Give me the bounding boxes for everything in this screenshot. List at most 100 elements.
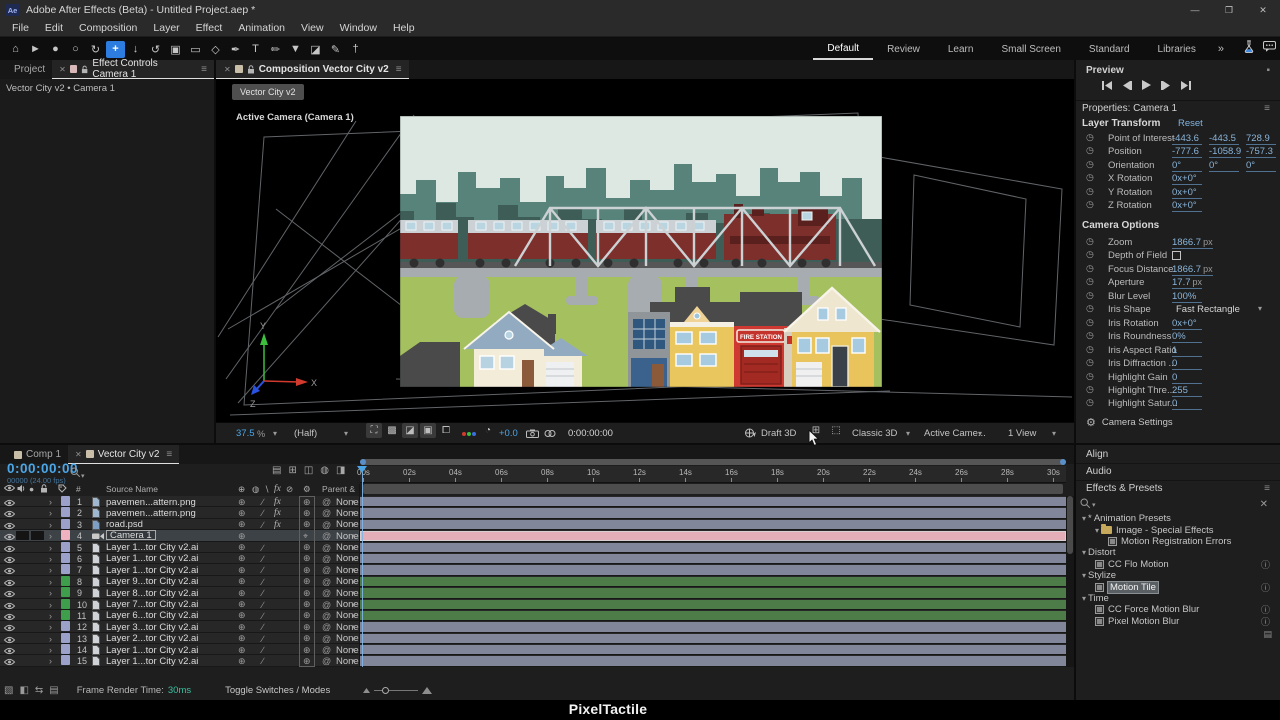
tab-effect-controls[interactable]: ✕ Effect Controls Camera 1 ≡: [52, 58, 214, 80]
stopwatch-icon[interactable]: ◷: [1086, 236, 1094, 247]
in-out-pane-icon[interactable]: ⇆: [35, 685, 43, 696]
layer-row-5[interactable]: › 5 Layer 1...tor City v2.ai ⊕ ∕ ⊕ @ Non…: [0, 541, 1066, 553]
property-value[interactable]: 0°: [1246, 160, 1276, 172]
stopwatch-icon[interactable]: ◷: [1086, 186, 1094, 197]
property-value[interactable]: 255: [1172, 385, 1202, 397]
collapse-switch-icon[interactable]: ⊕: [238, 508, 246, 518]
property-value[interactable]: 17.7 px: [1172, 277, 1203, 290]
expand-arrow-icon[interactable]: ›: [49, 656, 52, 666]
toggle-switches-modes-button[interactable]: Toggle Switches / Modes: [225, 685, 330, 696]
pen-tool[interactable]: ✒: [226, 41, 245, 58]
label-color-swatch[interactable]: [61, 632, 70, 643]
chevron-down-icon[interactable]: ▾: [352, 565, 356, 575]
menu-view[interactable]: View: [293, 22, 332, 34]
layer-duration-bar[interactable]: [360, 633, 1066, 644]
property-value[interactable]: 0x+0°: [1172, 187, 1202, 199]
label-color-swatch[interactable]: [61, 644, 70, 655]
property-value[interactable]: 1866.7 px: [1172, 264, 1213, 276]
motion-blur-icon[interactable]: ◨: [336, 465, 345, 476]
zoom-slider-knob[interactable]: [382, 686, 389, 694]
stopwatch-icon[interactable]: ◷: [1086, 263, 1094, 274]
expand-arrow-icon[interactable]: ›: [49, 554, 52, 564]
layer-row-8[interactable]: › 8 Layer 9...tor City v2.ai ⊕ ∕ ⊕ @ Non…: [0, 575, 1066, 587]
lock-icon[interactable]: [247, 64, 255, 74]
snapshot-region-icon[interactable]: ⧠: [438, 423, 454, 438]
property-value[interactable]: 0%: [1172, 331, 1202, 344]
panel-menu-icon[interactable]: ≡: [166, 449, 172, 460]
reset-exposure-icon[interactable]: ◔: [480, 423, 496, 438]
pick-whip-icon[interactable]: @: [322, 634, 331, 644]
stopwatch-icon[interactable]: ◷: [1086, 276, 1094, 287]
effects-tree-item[interactable]: ▾ Time: [1076, 593, 1280, 604]
layer-duration-bar[interactable]: [360, 588, 1066, 598]
expand-arrow-icon[interactable]: ›: [49, 588, 52, 598]
layer-name[interactable]: Layer 1...tor City v2.ai: [106, 656, 198, 667]
eye-icon[interactable]: [4, 657, 15, 667]
resolution-dropdown[interactable]: (Half): [294, 423, 317, 444]
show-snapshot-icon[interactable]: [544, 423, 556, 444]
reset-link[interactable]: Reset: [1178, 118, 1203, 129]
chevron-down-icon[interactable]: ▾: [352, 656, 356, 666]
stopwatch-icon[interactable]: ◷: [1086, 344, 1094, 355]
transfer-controls-pane-icon[interactable]: ◧: [19, 685, 28, 696]
chevron-down-icon[interactable]: ▾: [352, 554, 356, 564]
switch-icon[interactable]: ⊕: [303, 622, 311, 632]
switch-icon[interactable]: ⊕: [303, 542, 311, 553]
collapse-switch-icon[interactable]: ⊕: [238, 656, 246, 666]
tab-composition[interactable]: ✕ Composition Vector City v2 ≡: [216, 60, 409, 79]
timeline-zoom-slider[interactable]: [363, 686, 432, 694]
layer-name[interactable]: Layer 1...tor City v2.ai: [106, 553, 198, 564]
switch-icon[interactable]: ⊕: [303, 610, 311, 621]
quality-switch-icon[interactable]: ∕: [262, 520, 264, 530]
playhead-line[interactable]: [362, 466, 363, 667]
quality-switch-icon[interactable]: ∕: [262, 600, 264, 610]
label-color-swatch[interactable]: [61, 496, 70, 506]
chevron-down-icon[interactable]: ▾: [352, 645, 356, 655]
pick-whip-icon[interactable]: @: [322, 588, 331, 598]
home-tool[interactable]: ⌂: [6, 41, 25, 58]
quality-column-icon[interactable]: ∖: [264, 484, 269, 495]
clone-stamp-tool[interactable]: ▼: [286, 41, 305, 58]
menu-edit[interactable]: Edit: [37, 22, 71, 34]
source-name-column[interactable]: Source Name: [106, 484, 158, 494]
magnification-dropdown[interactable]: 37.5 %: [236, 423, 265, 444]
quality-switch-icon[interactable]: ∕: [262, 645, 264, 655]
feedback-chat-icon[interactable]: [1263, 41, 1276, 55]
layer-duration-bar[interactable]: [360, 610, 1066, 621]
stopwatch-icon[interactable]: ◷: [1086, 249, 1094, 260]
property-value[interactable]: -777.6: [1172, 146, 1202, 159]
layer-row-7[interactable]: › 7 Layer 1...tor City v2.ai ⊕ ∕ ⊕ @ Non…: [0, 564, 1066, 576]
play-button[interactable]: [1142, 80, 1151, 93]
3d-view-dropdown[interactable]: Active Came...: [924, 423, 986, 444]
quality-switch-icon[interactable]: ∕: [262, 497, 264, 507]
layer-row-1[interactable]: › 1 pavemen...attern.png ⊕ ∕ fx ⊕ @ None…: [0, 496, 1066, 508]
switch-icon[interactable]: ⊕: [303, 599, 311, 610]
property-value[interactable]: 0°: [1209, 160, 1239, 172]
quality-switch-icon[interactable]: ∕: [262, 554, 264, 564]
audio-column-icon[interactable]: [17, 484, 26, 495]
chevron-down-icon[interactable]: ▾: [344, 423, 348, 444]
switch-icon[interactable]: ⊕: [303, 645, 311, 655]
layer-name[interactable]: Layer 1...tor City v2.ai: [106, 542, 198, 553]
minimize-button[interactable]: —: [1178, 0, 1212, 20]
panel-menu-icon[interactable]: ≡: [201, 64, 207, 75]
comp-nav-chip[interactable]: Vector City v2: [232, 84, 304, 100]
property-value[interactable]: 0x+0°: [1172, 173, 1202, 186]
label-color-swatch[interactable]: [61, 575, 70, 586]
switch-icon[interactable]: ⊕: [303, 588, 311, 598]
expand-arrow-icon[interactable]: ›: [49, 508, 52, 518]
layer-row-2[interactable]: › 2 pavemen...attern.png ⊕ ∕ fx ⊕ @ None…: [0, 507, 1066, 519]
camera-settings-button[interactable]: ⚙ Camera Settings: [1086, 416, 1173, 429]
chevron-down-icon[interactable]: ▾: [352, 611, 356, 621]
property-value[interactable]: -443.6: [1172, 133, 1202, 145]
quality-switch-icon[interactable]: ∕: [262, 656, 264, 666]
pick-whip-icon[interactable]: @: [322, 497, 331, 507]
layer-duration-bar[interactable]: [360, 599, 1066, 609]
collapse-switch-icon[interactable]: ⊕: [238, 599, 246, 610]
type-tool[interactable]: T: [246, 41, 265, 58]
layer-switches-pane-icon[interactable]: ▧: [4, 685, 13, 696]
chevron-down-icon[interactable]: ▾: [352, 497, 356, 507]
property-value[interactable]: 0x+0°: [1172, 200, 1202, 212]
grid-guides-toggle-icon[interactable]: ⛶: [366, 423, 382, 438]
layer-name[interactable]: Layer 6...tor City v2.ai: [106, 610, 198, 621]
